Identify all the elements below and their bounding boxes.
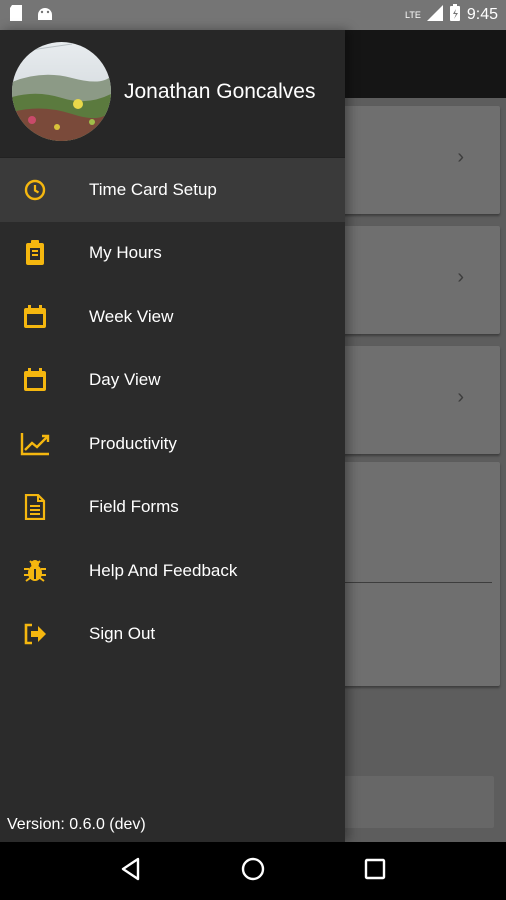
- background-field: [336, 776, 494, 828]
- background-card: ›: [336, 346, 500, 454]
- chevron-right-icon: ›: [457, 266, 464, 288]
- menu-item-label: Sign Out: [89, 624, 156, 644]
- background-card: ›: [336, 106, 500, 214]
- menu-item-label: Help And Feedback: [89, 560, 238, 580]
- clipboard-icon: [20, 238, 50, 268]
- status-bar: LTE 9:45: [0, 0, 506, 30]
- bug-icon: [20, 556, 50, 586]
- chevron-right-icon: ›: [457, 386, 464, 408]
- recents-icon: [364, 858, 386, 885]
- drawer-menu: Time Card Setup My Hours Week View Day V…: [0, 158, 345, 666]
- menu-item-my-hours[interactable]: My Hours: [0, 222, 345, 286]
- clock-icon: [20, 175, 50, 205]
- chart-trend-icon: [20, 429, 50, 459]
- calendar-icon: [20, 302, 50, 332]
- menu-item-label: Day View: [89, 370, 161, 390]
- back-button[interactable]: [111, 851, 151, 891]
- menu-item-sign-out[interactable]: Sign Out: [0, 603, 345, 667]
- menu-item-label: Productivity: [89, 433, 177, 453]
- menu-item-help-and-feedback[interactable]: Help And Feedback: [0, 539, 345, 603]
- signal-icon: [426, 5, 443, 25]
- recents-button[interactable]: [355, 851, 395, 891]
- document-icon: [20, 492, 50, 522]
- menu-item-productivity[interactable]: Productivity: [0, 412, 345, 476]
- drawer-header: Jonathan Goncalves: [0, 30, 345, 158]
- system-navigation-bar: [0, 842, 506, 900]
- background-card: [336, 462, 500, 686]
- version-label: Version: 0.6.0 (dev): [7, 816, 146, 833]
- menu-item-day-view[interactable]: Day View: [0, 349, 345, 413]
- user-name: Jonathan Goncalves: [124, 80, 316, 103]
- menu-item-label: Week View: [89, 306, 174, 326]
- background-card: ›: [336, 226, 500, 334]
- menu-item-label: My Hours: [89, 243, 162, 263]
- menu-item-field-forms[interactable]: Field Forms: [0, 476, 345, 540]
- sign-out-icon: [20, 619, 50, 649]
- home-button[interactable]: [233, 851, 273, 891]
- android-icon: [36, 5, 54, 26]
- menu-item-week-view[interactable]: Week View: [0, 285, 345, 349]
- battery-icon: [449, 4, 461, 26]
- chevron-right-icon: ›: [457, 146, 464, 168]
- calendar-icon: [20, 365, 50, 395]
- avatar[interactable]: [12, 42, 111, 141]
- navigation-drawer: Jonathan Goncalves Time Card Setup My Ho…: [0, 30, 345, 842]
- sd-card-icon: [8, 4, 24, 27]
- menu-item-label: Field Forms: [89, 497, 179, 517]
- divider: [336, 582, 492, 583]
- menu-item-label: Time Card Setup: [89, 179, 217, 199]
- status-time: 9:45: [466, 6, 498, 23]
- menu-item-time-card-setup[interactable]: Time Card Setup: [0, 158, 345, 222]
- home-icon: [240, 856, 266, 887]
- back-icon: [119, 857, 143, 886]
- network-type: LTE: [405, 9, 421, 20]
